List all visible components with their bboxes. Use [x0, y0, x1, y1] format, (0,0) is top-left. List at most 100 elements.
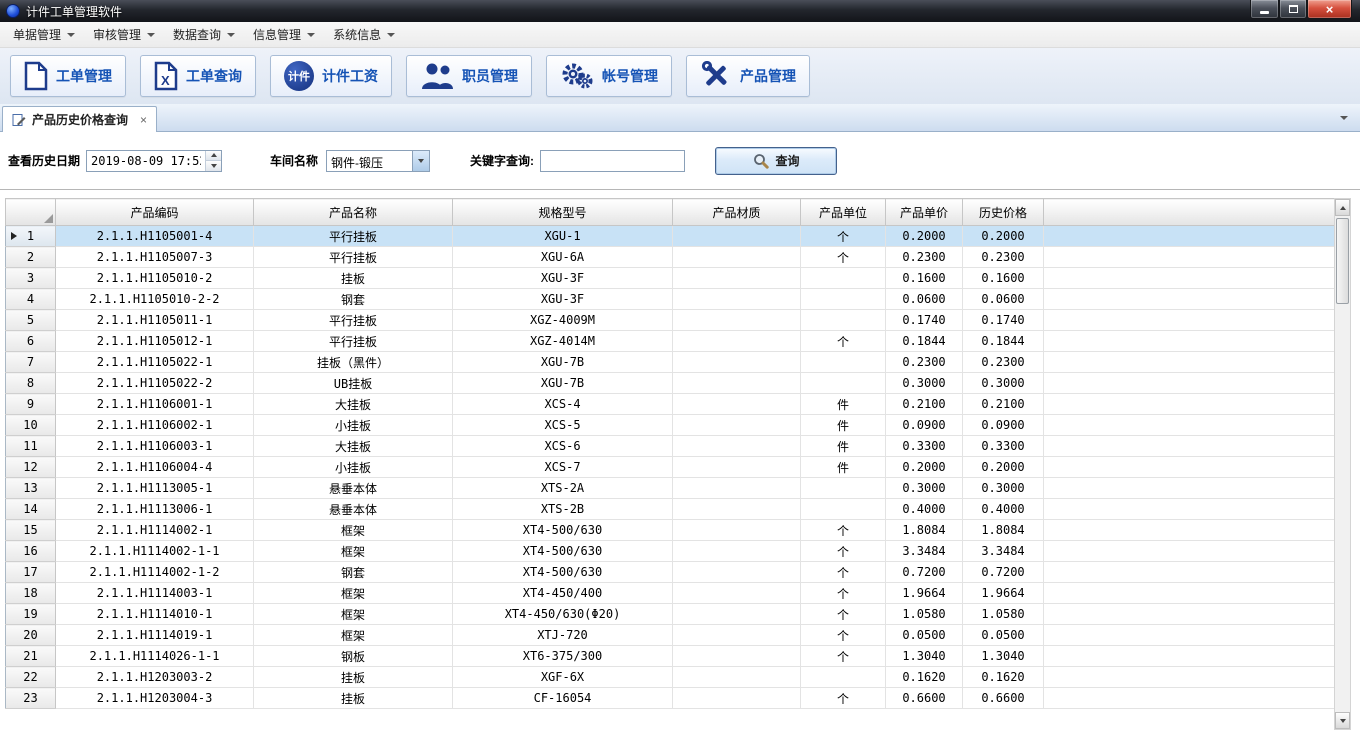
- product-code-cell[interactable]: 2.1.1.H1105010-2-2: [56, 289, 254, 310]
- product-code-cell[interactable]: 2.1.1.H1105022-1: [56, 352, 254, 373]
- row-number-cell[interactable]: 7: [6, 352, 56, 373]
- unit-price-cell[interactable]: 0.1740: [886, 310, 963, 331]
- table-row[interactable]: 5 2.1.1.H1105011-1 平行挂板 XGZ-4009M 0.1740…: [6, 310, 1335, 331]
- table-row[interactable]: 4 2.1.1.H1105010-2-2 钢套 XGU-3F 0.0600 0.…: [6, 289, 1335, 310]
- history-price-cell[interactable]: 0.2000: [963, 457, 1044, 478]
- history-price-cell[interactable]: 1.8084: [963, 520, 1044, 541]
- close-button[interactable]: ×: [1307, 0, 1352, 19]
- material-cell[interactable]: [673, 625, 801, 646]
- unit-cell[interactable]: 个: [801, 226, 886, 247]
- table-row[interactable]: 3 2.1.1.H1105010-2 挂板 XGU-3F 0.1600 0.16…: [6, 268, 1335, 289]
- tab-product-history-price-query[interactable]: 产品历史价格查询 ×: [2, 106, 157, 132]
- history-price-cell[interactable]: 0.0600: [963, 289, 1044, 310]
- history-price-cell[interactable]: 0.6600: [963, 688, 1044, 709]
- product-code-cell[interactable]: 2.1.1.H1106004-4: [56, 457, 254, 478]
- row-number-cell[interactable]: 5: [6, 310, 56, 331]
- unit-price-cell[interactable]: 1.3040: [886, 646, 963, 667]
- row-number-cell[interactable]: 12: [6, 457, 56, 478]
- history-price-cell[interactable]: 3.3484: [963, 541, 1044, 562]
- product-code-cell[interactable]: 2.1.1.H1114002-1-1: [56, 541, 254, 562]
- product-name-cell[interactable]: 挂板: [254, 268, 453, 289]
- minimize-button[interactable]: [1250, 0, 1279, 19]
- row-number-cell[interactable]: 15: [6, 520, 56, 541]
- unit-price-cell[interactable]: 0.0500: [886, 625, 963, 646]
- product-code-cell[interactable]: 2.1.1.H1113005-1: [56, 478, 254, 499]
- unit-cell[interactable]: [801, 352, 886, 373]
- column-header-unit-price[interactable]: 产品单价: [886, 199, 963, 226]
- spec-model-cell[interactable]: XTS-2A: [453, 478, 673, 499]
- unit-cell[interactable]: [801, 373, 886, 394]
- table-row[interactable]: 7 2.1.1.H1105022-1 挂板（黑件） XGU-7B 0.2300 …: [6, 352, 1335, 373]
- product-name-cell[interactable]: 钢套: [254, 562, 453, 583]
- product-management-button[interactable]: 产品管理: [686, 55, 810, 97]
- product-name-cell[interactable]: 平行挂板: [254, 247, 453, 268]
- corner-header-cell[interactable]: [6, 199, 56, 226]
- material-cell[interactable]: [673, 604, 801, 625]
- row-number-cell[interactable]: 9: [6, 394, 56, 415]
- column-header-spec-model[interactable]: 规格型号: [453, 199, 673, 226]
- material-cell[interactable]: [673, 499, 801, 520]
- product-name-cell[interactable]: 钢板: [254, 646, 453, 667]
- row-number-cell[interactable]: 17: [6, 562, 56, 583]
- unit-cell[interactable]: [801, 478, 886, 499]
- unit-price-cell[interactable]: 0.2100: [886, 394, 963, 415]
- unit-cell[interactable]: 件: [801, 415, 886, 436]
- spec-model-cell[interactable]: XT4-450/400: [453, 583, 673, 604]
- material-cell[interactable]: [673, 646, 801, 667]
- table-row[interactable]: 18 2.1.1.H1114003-1 框架 XT4-450/400 个 1.9…: [6, 583, 1335, 604]
- material-cell[interactable]: [673, 415, 801, 436]
- tab-close-icon[interactable]: ×: [140, 113, 147, 127]
- row-number-cell[interactable]: 2: [6, 247, 56, 268]
- spec-model-cell[interactable]: XGU-7B: [453, 373, 673, 394]
- unit-price-cell[interactable]: 0.0900: [886, 415, 963, 436]
- product-code-cell[interactable]: 2.1.1.H1105007-3: [56, 247, 254, 268]
- table-row[interactable]: 23 2.1.1.H1203004-3 挂板 CF-16054 个 0.6600…: [6, 688, 1335, 709]
- material-cell[interactable]: [673, 562, 801, 583]
- product-name-cell[interactable]: UB挂板: [254, 373, 453, 394]
- product-name-cell[interactable]: 大挂板: [254, 436, 453, 457]
- material-cell[interactable]: [673, 541, 801, 562]
- product-code-cell[interactable]: 2.1.1.H1105022-2: [56, 373, 254, 394]
- column-header-product-code[interactable]: 产品编码: [56, 199, 254, 226]
- spec-model-cell[interactable]: XGZ-4014M: [453, 331, 673, 352]
- history-price-cell[interactable]: 0.1620: [963, 667, 1044, 688]
- material-cell[interactable]: [673, 688, 801, 709]
- account-management-button[interactable]: 帐号管理: [546, 55, 672, 97]
- row-number-cell[interactable]: 3: [6, 268, 56, 289]
- history-price-cell[interactable]: 0.3000: [963, 478, 1044, 499]
- spec-model-cell[interactable]: XGF-6X: [453, 667, 673, 688]
- product-code-cell[interactable]: 2.1.1.H1105011-1: [56, 310, 254, 331]
- row-number-cell[interactable]: 1: [6, 226, 56, 247]
- unit-price-cell[interactable]: 0.1600: [886, 268, 963, 289]
- table-row[interactable]: 6 2.1.1.H1105012-1 平行挂板 XGZ-4014M 个 0.18…: [6, 331, 1335, 352]
- spec-model-cell[interactable]: CF-16054: [453, 688, 673, 709]
- unit-cell[interactable]: 个: [801, 247, 886, 268]
- table-row[interactable]: 2 2.1.1.H1105007-3 平行挂板 XGU-6A 个 0.2300 …: [6, 247, 1335, 268]
- table-row[interactable]: 19 2.1.1.H1114010-1 框架 XT4-450/630(Φ20) …: [6, 604, 1335, 625]
- product-name-cell[interactable]: 框架: [254, 520, 453, 541]
- unit-price-cell[interactable]: 0.2300: [886, 247, 963, 268]
- history-price-cell[interactable]: 0.0900: [963, 415, 1044, 436]
- product-name-cell[interactable]: 小挂板: [254, 415, 453, 436]
- menu-item-audit-management[interactable]: 审核管理: [84, 22, 164, 47]
- product-name-cell[interactable]: 钢套: [254, 289, 453, 310]
- product-code-cell[interactable]: 2.1.1.H1203004-3: [56, 688, 254, 709]
- history-price-cell[interactable]: 0.1600: [963, 268, 1044, 289]
- unit-price-cell[interactable]: 0.2300: [886, 352, 963, 373]
- product-code-cell[interactable]: 2.1.1.H1106003-1: [56, 436, 254, 457]
- spec-model-cell[interactable]: XT4-500/630: [453, 562, 673, 583]
- product-code-cell[interactable]: 2.1.1.H1113006-1: [56, 499, 254, 520]
- history-date-input[interactable]: [86, 150, 222, 172]
- unit-price-cell[interactable]: 1.8084: [886, 520, 963, 541]
- column-header-product-name[interactable]: 产品名称: [254, 199, 453, 226]
- history-price-cell[interactable]: 0.2100: [963, 394, 1044, 415]
- row-number-cell[interactable]: 4: [6, 289, 56, 310]
- vertical-scrollbar[interactable]: [1334, 198, 1351, 730]
- material-cell[interactable]: [673, 436, 801, 457]
- unit-price-cell[interactable]: 0.3000: [886, 478, 963, 499]
- product-code-cell[interactable]: 2.1.1.H1106002-1: [56, 415, 254, 436]
- keyword-input[interactable]: [540, 150, 685, 172]
- unit-cell[interactable]: 件: [801, 436, 886, 457]
- table-row[interactable]: 13 2.1.1.H1113005-1 悬垂本体 XTS-2A 0.3000 0…: [6, 478, 1335, 499]
- tab-list-dropdown-icon[interactable]: [1340, 116, 1348, 120]
